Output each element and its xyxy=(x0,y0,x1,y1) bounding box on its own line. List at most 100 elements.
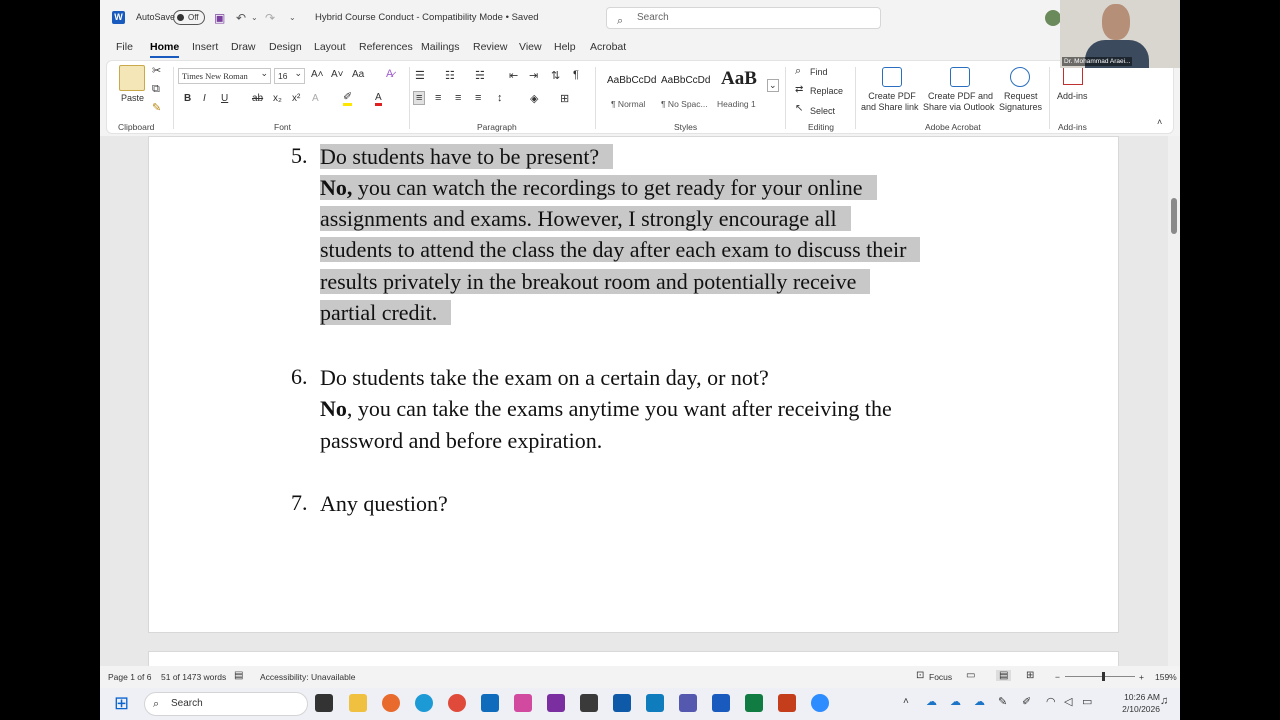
select-button[interactable]: Select xyxy=(810,106,835,116)
borders-icon[interactable]: ⊞ xyxy=(560,92,569,105)
answer-5-line[interactable]: results privately in the breakout room a… xyxy=(320,266,871,297)
snipping-tool-icon[interactable] xyxy=(514,694,532,712)
tray-overflow-icon[interactable]: ˄ xyxy=(903,696,909,707)
autosave-toggle[interactable]: Off xyxy=(173,10,205,25)
copy-icon[interactable]: ⧉ xyxy=(152,83,160,96)
show-formatting-icon[interactable]: ¶ xyxy=(573,69,579,81)
add-ins-icon[interactable] xyxy=(1063,65,1083,85)
font-name-select[interactable]: Times New Roman xyxy=(178,66,271,84)
wifi-icon[interactable]: ◠ xyxy=(1046,695,1056,708)
format-painter-icon[interactable]: ✎ xyxy=(152,101,161,114)
task-view-icon[interactable] xyxy=(315,694,333,712)
tab-design[interactable]: Design xyxy=(269,41,302,53)
onedrive-icon[interactable]: ☁ xyxy=(926,695,937,708)
tab-insert[interactable]: Insert xyxy=(192,41,218,53)
cut-icon[interactable]: ✂ xyxy=(152,64,161,77)
read-mode-icon[interactable]: ▭ xyxy=(966,670,975,681)
underline-icon[interactable]: U xyxy=(221,93,228,104)
line-spacing-icon[interactable]: ↕ xyxy=(497,92,503,104)
bold-icon[interactable]: B xyxy=(184,93,191,104)
document-page[interactable]: 5. Do students have to be present? No, y… xyxy=(148,136,1119,633)
excel-icon[interactable] xyxy=(745,694,763,712)
align-left-icon[interactable]: ≡ xyxy=(413,91,426,105)
proofing-icon[interactable]: ▤ xyxy=(234,670,243,681)
onedrive-icon[interactable]: ☁ xyxy=(974,695,985,708)
redo-icon[interactable]: ↷ xyxy=(265,11,275,25)
focus-button[interactable]: Focus xyxy=(929,672,952,682)
answer-6-line-2[interactable]: password and before expiration. xyxy=(320,425,602,456)
tab-help[interactable]: Help xyxy=(554,41,576,53)
answer-5-line[interactable]: students to attend the class the day aft… xyxy=(320,234,921,265)
highlight-icon[interactable]: ✐ xyxy=(343,92,353,106)
tab-references[interactable]: References xyxy=(359,41,413,53)
add-ins-button[interactable]: Add-ins xyxy=(1057,91,1088,101)
subscript-icon[interactable]: x₂ xyxy=(273,93,282,104)
scrollbar-thumb[interactable] xyxy=(1171,198,1177,234)
answer-5-line[interactable]: No, you can watch the recordings to get … xyxy=(320,172,877,203)
save-icon[interactable]: ▣ xyxy=(214,11,225,25)
taskbar-search[interactable]: ⌕ Search xyxy=(144,692,308,716)
mail-icon[interactable] xyxy=(613,694,631,712)
notifications-icon[interactable]: ♫ xyxy=(1160,695,1168,707)
tab-layout[interactable]: Layout xyxy=(314,41,346,53)
accessibility-status[interactable]: Accessibility: Unavailable xyxy=(260,672,355,682)
zoom-level[interactable]: 159% xyxy=(1155,672,1177,682)
customize-toolbar-icon[interactable]: ⌄ xyxy=(289,13,296,22)
answer-5-line[interactable]: partial credit. xyxy=(320,297,452,328)
bullets-icon[interactable]: ☰ xyxy=(415,69,425,82)
vertical-scrollbar[interactable] xyxy=(1168,136,1180,666)
calculator-icon[interactable] xyxy=(580,694,598,712)
sort-icon[interactable]: ⇅ xyxy=(551,69,560,82)
paste-icon[interactable] xyxy=(119,65,145,91)
answer-6-line[interactable]: No, you can take the exams anytime you w… xyxy=(320,393,892,424)
zoom-slider-thumb[interactable] xyxy=(1102,672,1105,681)
numbering-icon[interactable]: ☷ xyxy=(445,69,455,82)
web-layout-icon[interactable]: ⊞ xyxy=(1026,670,1034,681)
collapse-ribbon-icon[interactable]: ˄ xyxy=(1157,117,1162,127)
zoom-out-icon[interactable]: − xyxy=(1055,672,1060,682)
zoom-in-icon[interactable]: + xyxy=(1139,672,1144,682)
align-right-icon[interactable]: ≡ xyxy=(455,92,461,104)
tab-mailings[interactable]: Mailings xyxy=(421,41,460,53)
word-taskbar-icon[interactable] xyxy=(712,694,730,712)
strikethrough-icon[interactable]: ab xyxy=(252,93,263,104)
document-title[interactable]: Hybrid Course Conduct - Compatibility Mo… xyxy=(315,12,539,23)
word-count[interactable]: 51 of 1473 words xyxy=(161,672,226,682)
zoom-app-icon[interactable] xyxy=(811,694,829,712)
onenote-icon[interactable] xyxy=(547,694,565,712)
justify-icon[interactable]: ≡ xyxy=(475,92,481,104)
styles-more-icon[interactable]: ⌄ xyxy=(767,79,779,92)
undo-icon[interactable]: ↶ xyxy=(236,11,246,25)
question-6[interactable]: Do students take the exam on a certain d… xyxy=(320,362,769,393)
grow-font-icon[interactable]: A˄ xyxy=(311,69,324,80)
firefox-icon[interactable] xyxy=(382,694,400,712)
print-layout-icon[interactable]: ▤ xyxy=(996,670,1012,681)
volume-icon[interactable]: ◁ xyxy=(1064,695,1072,708)
file-explorer-icon[interactable] xyxy=(349,694,367,712)
search-input[interactable]: ⌕ Search xyxy=(606,7,881,29)
multilevel-list-icon[interactable]: ☵ xyxy=(475,69,485,82)
change-case-button[interactable]: Aa xyxy=(352,69,364,80)
edge-icon[interactable] xyxy=(415,694,433,712)
clear-formatting-icon[interactable]: A̷ xyxy=(386,68,393,80)
tab-home[interactable]: Home xyxy=(150,41,180,58)
italic-icon[interactable]: I xyxy=(203,93,206,104)
tab-file[interactable]: File xyxy=(116,41,133,53)
battery-icon[interactable]: ▭ xyxy=(1082,695,1092,708)
document-page-2[interactable] xyxy=(148,651,1119,666)
teamviewer-icon[interactable] xyxy=(646,694,664,712)
shrink-font-icon[interactable]: A˅ xyxy=(331,69,344,80)
increase-indent-icon[interactable]: ⇥ xyxy=(529,69,538,82)
replace-button[interactable]: Replace xyxy=(810,86,843,96)
question-7[interactable]: Any question? xyxy=(320,488,448,519)
question-5[interactable]: Do students have to be present? xyxy=(320,141,614,172)
onedrive-icon[interactable]: ☁ xyxy=(950,695,961,708)
find-button[interactable]: Find xyxy=(810,67,828,77)
clock[interactable]: 10:26 AM 2/10/2026 xyxy=(1104,691,1160,715)
powerpoint-icon[interactable] xyxy=(778,694,796,712)
zoom-slider[interactable] xyxy=(1065,676,1135,677)
decrease-indent-icon[interactable]: ⇤ xyxy=(509,69,518,82)
page-count[interactable]: Page 1 of 6 xyxy=(108,672,151,682)
tab-draw[interactable]: Draw xyxy=(231,41,256,53)
outlook-icon[interactable] xyxy=(481,694,499,712)
